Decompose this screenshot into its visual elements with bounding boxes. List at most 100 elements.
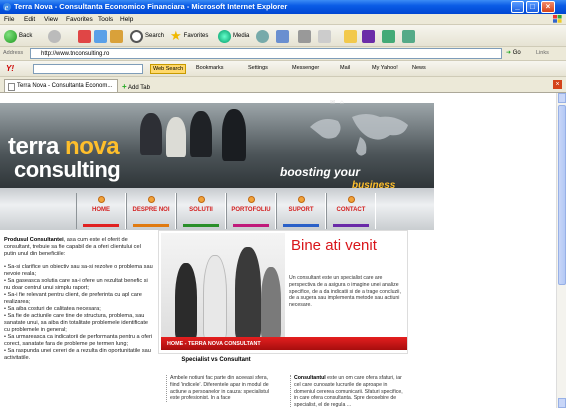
menu-file[interactable]: File (4, 16, 14, 23)
forward-button[interactable] (48, 28, 63, 44)
yahoo-icon (362, 29, 375, 43)
stop-button[interactable] (78, 28, 93, 44)
nav-dot-icon (247, 196, 255, 203)
settings-button[interactable]: Settings (248, 65, 268, 71)
address-label: Address (3, 50, 24, 56)
home-small-icon[interactable]: ⌂ (340, 100, 344, 106)
search-icon (130, 29, 143, 43)
tab-active[interactable]: Terra Nova - Consultanta Econom... (4, 79, 118, 92)
nav-solutii[interactable]: SOLUTII (176, 193, 226, 229)
web-search-button[interactable]: Web Search (150, 64, 187, 74)
benefit-item: • Sa fie de actiunile care tine de struc… (4, 313, 148, 333)
users-button[interactable] (402, 28, 417, 44)
left-column: Produsul Consultantei, asa cum este el o… (4, 237, 154, 362)
menu-help[interactable]: Help (120, 16, 133, 23)
windows-flag-icon (553, 15, 562, 23)
nav-portofoliu[interactable]: PORTOFOLIU (226, 193, 276, 229)
scroll-thumb[interactable] (558, 105, 566, 285)
header-icons: ✉ ⌂ (330, 99, 344, 106)
vertical-scrollbar[interactable] (556, 93, 566, 408)
close-button[interactable]: × (541, 1, 555, 13)
messenger-button-y[interactable]: Messenger (292, 65, 319, 71)
address-input[interactable]: http://www.tnconsulting.ro (30, 48, 502, 59)
welcome-text: Un consultant este un specialist care ar… (289, 275, 401, 309)
add-tab-label: Add Tab (128, 85, 150, 91)
person-figure (235, 247, 261, 339)
nav-contact[interactable]: CONTACT (326, 193, 376, 229)
messenger-button[interactable] (344, 28, 359, 44)
benefit-item: • Sa urmareasca ca indicatorii de perfor… (4, 334, 153, 347)
media-label: Media (233, 33, 250, 39)
nav-home[interactable]: HOME (76, 193, 126, 229)
menu-edit[interactable]: Edit (24, 16, 35, 23)
scroll-down-arrow-icon[interactable] (558, 398, 566, 408)
world-map-icon (310, 114, 408, 156)
star-icon: ★ (170, 28, 182, 43)
svg-text:e: e (5, 3, 9, 12)
favorites-button[interactable]: ★ Favorites (170, 28, 208, 44)
refresh-icon (94, 29, 107, 43)
benefit-item: • Sa-i fie relevant pentru client, de pr… (4, 292, 142, 305)
forward-arrow-icon (48, 29, 61, 43)
person-figure (175, 263, 197, 339)
nav-suport[interactable]: SUPORT (276, 193, 326, 229)
plus-icon: + (122, 82, 127, 91)
menu-tools[interactable]: Tools (98, 16, 113, 23)
page-icon (8, 83, 15, 91)
nav-contact-label: CONTACT (336, 207, 366, 213)
address-bar: Address http://www.tnconsulting.ro ➜ Go … (0, 47, 566, 61)
intro-bold: Produsul Consultantei (4, 237, 64, 243)
bookmarks-button[interactable]: Bookmarks (196, 65, 224, 71)
address-url: http://www.tnconsulting.ro (41, 51, 110, 57)
nav-portofoliu-label: PORTOFOLIU (231, 207, 271, 213)
mail-button[interactable] (276, 28, 291, 44)
menu-bar: File Edit View Favorites Tools Help (0, 14, 566, 25)
nav-dot-icon (297, 196, 305, 203)
back-button[interactable]: Back (4, 28, 32, 44)
nav-despre-label: DESPRE NOI (132, 207, 170, 213)
refresh-button[interactable] (94, 28, 109, 44)
nav-accent (83, 224, 119, 227)
yahoo-logo[interactable]: Y! (6, 64, 14, 73)
nav-dot-icon (197, 196, 205, 203)
mail-icon (276, 29, 289, 43)
person-figure (222, 109, 246, 161)
go-label: Go (512, 50, 521, 56)
blank-area (434, 93, 556, 408)
nav-accent (283, 224, 319, 227)
news-button[interactable]: News (412, 65, 426, 71)
person-figure (166, 117, 186, 157)
media-icon (218, 29, 231, 43)
nav-despre-noi[interactable]: DESPRE NOI (126, 193, 176, 229)
nav-accent (183, 224, 219, 227)
edit-button[interactable] (318, 28, 333, 44)
benefit-item: • Sa raspunda unei cereri de a rezulta d… (4, 348, 151, 361)
nav-accent (233, 224, 269, 227)
yahoo-toolbar: Y! Web Search Bookmarks Settings Messeng… (0, 61, 566, 77)
header-banner: terra nova consulting boosting your busi… (0, 100, 434, 198)
go-button[interactable]: ➜ Go (506, 49, 521, 56)
close-tab-button[interactable]: × (553, 80, 562, 89)
history-button[interactable] (256, 28, 271, 44)
welcome-box: Bine ati venit Un consultant este un spe… (158, 230, 408, 354)
home-button[interactable] (110, 28, 125, 44)
scroll-up-arrow-icon[interactable] (558, 93, 566, 103)
myyahoo-button[interactable]: My Yahoo! (372, 65, 398, 71)
email-icon[interactable]: ✉ (330, 100, 335, 106)
mail-button-y[interactable]: Mail (340, 65, 350, 71)
research-button[interactable] (382, 28, 397, 44)
menu-view[interactable]: View (44, 16, 58, 23)
minimize-button[interactable]: _ (511, 1, 524, 13)
person-figure (203, 255, 227, 339)
menu-favorites[interactable]: Favorites (66, 16, 93, 23)
print-button[interactable] (298, 28, 313, 44)
yahoo-search-input[interactable] (33, 64, 143, 74)
maximize-button[interactable]: □ (526, 1, 539, 13)
benefit-item: • Sa-si clarifice un obiectiv sau sa-si … (4, 264, 153, 277)
yahoo-button[interactable] (362, 28, 377, 44)
search-button[interactable]: Search (130, 28, 164, 44)
add-tab-button[interactable]: + Add Tab (122, 82, 150, 91)
links-button[interactable]: Links (536, 50, 549, 56)
media-button[interactable]: Media (218, 28, 249, 44)
consultant-text: Consultantul este un om care ofera sfatu… (290, 375, 406, 408)
